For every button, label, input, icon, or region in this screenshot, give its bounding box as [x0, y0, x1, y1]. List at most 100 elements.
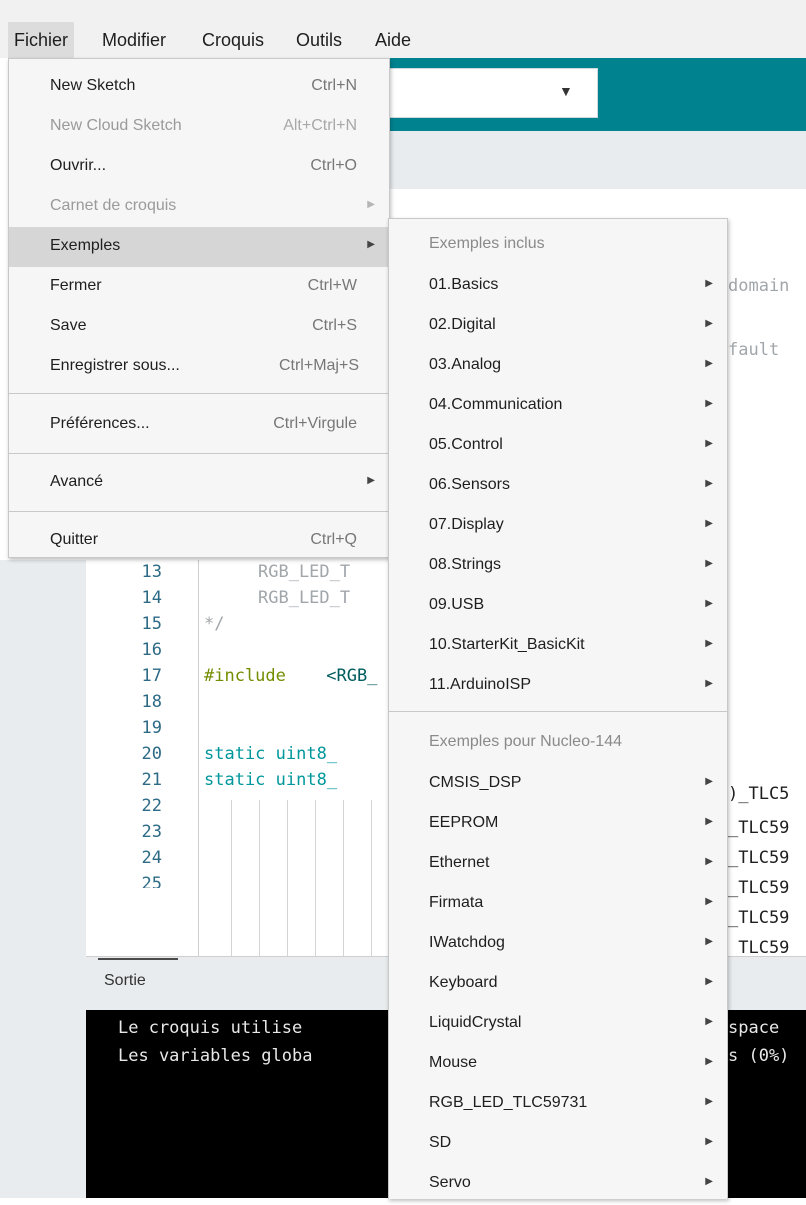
output-tab-indicator [98, 958, 178, 960]
menu-item-label: Ouvrir... [50, 157, 107, 174]
menu-croquis[interactable]: Croquis [196, 22, 270, 58]
gutter-divider [198, 560, 199, 956]
line-number: 15 [141, 614, 162, 634]
submenu-item-cmsis-dsp[interactable]: CMSIS_DSP ▶ [389, 765, 727, 805]
submenu-item-analog[interactable]: 03.Analog ▶ [389, 347, 727, 387]
code-text: _TLC59 [728, 878, 790, 898]
submenu-item-label: 08.Strings [429, 556, 502, 573]
chevron-right-icon: ▶ [705, 816, 713, 827]
submenu-item-ethernet[interactable]: Ethernet ▶ [389, 845, 727, 885]
code-comment: fault [728, 340, 780, 360]
submenu-item-sensors[interactable]: 06.Sensors ▶ [389, 467, 727, 507]
submenu-item-mouse[interactable]: Mouse ▶ [389, 1045, 727, 1085]
submenu-item-label: 02.Digital [429, 316, 496, 333]
submenu-header-builtin: Exemples inclus [429, 235, 545, 252]
submenu-item-label: SD [429, 1134, 452, 1151]
chevron-down-icon: ▼ [559, 83, 573, 99]
menu-item-fermer[interactable]: Fermer Ctrl+W [9, 267, 389, 307]
menubar: Fichier Modifier Croquis Outils Aide [0, 0, 806, 58]
console-line: space [728, 1018, 780, 1038]
line-number: 23 [141, 822, 162, 842]
file-menu: New Sketch Ctrl+N New Cloud Sketch Alt+C… [8, 58, 390, 558]
submenu-item-iwatchdog[interactable]: IWatchdog ▶ [389, 925, 727, 965]
chevron-right-icon: ▶ [705, 776, 713, 787]
menu-separator [9, 511, 389, 512]
submenu-item-liquidcrystal[interactable]: LiquidCrystal ▶ [389, 1005, 727, 1045]
chevron-right-icon: ▶ [705, 1056, 713, 1067]
board-selector[interactable]: ▼ [388, 68, 598, 118]
examples-submenu: Exemples inclus 01.Basics ▶ 02.Digital ▶… [388, 218, 728, 1199]
submenu-item-label: 03.Analog [429, 356, 502, 373]
submenu-item-rgb-led[interactable]: RGB_LED_TLC59731 ▶ [389, 1085, 727, 1125]
indent-guides [204, 800, 394, 956]
submenu-item-sd[interactable]: SD ▶ [389, 1125, 727, 1165]
menu-item-new-sketch[interactable]: New Sketch Ctrl+N [9, 67, 389, 107]
code-text: _TLC59 [728, 848, 790, 868]
submenu-item-label: RGB_LED_TLC59731 [429, 1094, 588, 1111]
menu-item-quitter[interactable]: Quitter Ctrl+Q [9, 521, 389, 561]
line-number: 24 [141, 848, 162, 868]
submenu-item-label: 09.USB [429, 596, 485, 613]
submenu-item-usb[interactable]: 09.USB ▶ [389, 587, 727, 627]
submenu-item-display[interactable]: 07.Display ▶ [389, 507, 727, 547]
chevron-right-icon: ▶ [705, 358, 713, 369]
code-include: <RGB_ [316, 666, 378, 686]
line-number: 18 [141, 692, 162, 712]
menu-separator [9, 453, 389, 454]
menu-modifier[interactable]: Modifier [96, 22, 172, 58]
submenu-item-label: Firmata [429, 894, 484, 911]
menu-item-save[interactable]: Save Ctrl+S [9, 307, 389, 347]
menu-item-label: Carnet de croquis [50, 197, 177, 214]
submenu-item-label: 07.Display [429, 516, 504, 533]
line-number: 19 [141, 718, 162, 738]
submenu-item-servo[interactable]: Servo ▶ [389, 1165, 727, 1205]
line-number: 21 [141, 770, 162, 790]
chevron-right-icon: ▶ [705, 1096, 713, 1107]
submenu-item-label: IWatchdog [429, 934, 505, 951]
menu-item-exemples[interactable]: Exemples ▶ [9, 227, 389, 267]
submenu-item-strings[interactable]: 08.Strings ▶ [389, 547, 727, 587]
menu-item-shortcut: Ctrl+Q [310, 531, 357, 548]
chevron-right-icon: ▶ [367, 199, 375, 210]
submenu-item-eeprom[interactable]: EEPROM ▶ [389, 805, 727, 845]
chevron-right-icon: ▶ [705, 1136, 713, 1147]
submenu-item-arduinoisp[interactable]: 11.ArduinoISP ▶ [389, 667, 727, 707]
chevron-right-icon: ▶ [705, 518, 713, 529]
console-line: s (0%) [728, 1046, 790, 1066]
menu-fichier[interactable]: Fichier [8, 22, 75, 58]
menu-outils[interactable]: Outils [290, 22, 348, 58]
menu-item-label: New Sketch [50, 77, 136, 94]
chevron-right-icon: ▶ [367, 239, 375, 250]
line-number: 14 [141, 588, 162, 608]
menu-separator [9, 393, 389, 394]
code-text: _TLC59 [728, 818, 790, 838]
menu-item-new-cloud-sketch: New Cloud Sketch Alt+Ctrl+N [9, 107, 389, 147]
menu-item-shortcut: Ctrl+N [311, 77, 357, 94]
submenu-item-keyboard[interactable]: Keyboard ▶ [389, 965, 727, 1005]
menu-item-preferences[interactable]: Préférences... Ctrl+Virgule [9, 405, 389, 445]
chevron-right-icon: ▶ [705, 976, 713, 987]
chevron-right-icon: ▶ [705, 598, 713, 609]
submenu-item-label: 04.Communication [429, 396, 563, 413]
code-keyword: #include [204, 666, 286, 686]
menu-item-label: New Cloud Sketch [50, 117, 182, 134]
code-line: static uint8_ [204, 770, 338, 790]
menu-item-enregistrer-sous[interactable]: Enregistrer sous... Ctrl+Maj+S [9, 347, 389, 387]
submenu-item-communication[interactable]: 04.Communication ▶ [389, 387, 727, 427]
menu-item-shortcut: Ctrl+Virgule [273, 415, 357, 432]
menu-item-shortcut: Ctrl+S [312, 317, 357, 334]
submenu-item-label: EEPROM [429, 814, 499, 831]
submenu-item-control[interactable]: 05.Control ▶ [389, 427, 727, 467]
menu-aide[interactable]: Aide [369, 22, 417, 58]
output-tab[interactable]: Sortie [104, 972, 146, 990]
submenu-item-basics[interactable]: 01.Basics ▶ [389, 267, 727, 307]
menu-item-ouvrir[interactable]: Ouvrir... Ctrl+O [9, 147, 389, 187]
code-text: _TLC59 [728, 908, 790, 928]
submenu-item-label: 01.Basics [429, 276, 499, 293]
menu-item-avance[interactable]: Avancé ▶ [9, 463, 389, 503]
menu-item-label: Exemples [50, 237, 121, 254]
submenu-item-digital[interactable]: 02.Digital ▶ [389, 307, 727, 347]
submenu-item-label: 06.Sensors [429, 476, 510, 493]
submenu-item-starterkit[interactable]: 10.StarterKit_BasicKit ▶ [389, 627, 727, 667]
submenu-item-firmata[interactable]: Firmata ▶ [389, 885, 727, 925]
